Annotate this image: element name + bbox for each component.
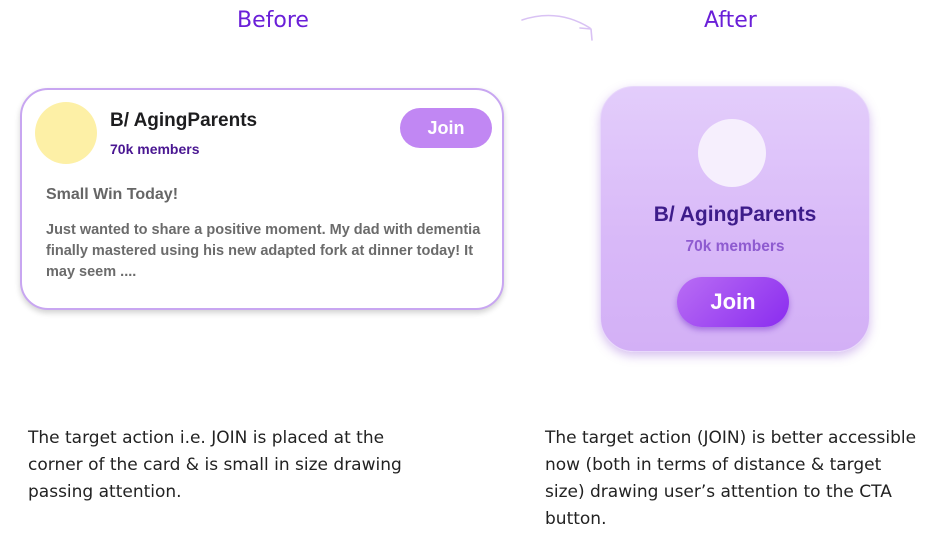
after-heading: After bbox=[704, 8, 757, 33]
group-name: B/ AgingParents bbox=[110, 110, 258, 131]
after-caption: The target action (JOIN) is better acces… bbox=[545, 428, 917, 529]
curved-arrow-icon bbox=[521, 14, 593, 41]
before-community-card: B/ AgingParents 70k members Join Small W… bbox=[20, 88, 504, 310]
member-count: 70k members bbox=[110, 141, 200, 157]
after-community-card: B/ AgingParents 70k members Join bbox=[600, 86, 870, 352]
post-title: Small Win Today! bbox=[46, 186, 179, 203]
post-body: Just wanted to share a positive moment. … bbox=[46, 222, 481, 280]
avatar bbox=[698, 119, 766, 187]
before-caption: The target action i.e. JOIN is placed at… bbox=[28, 428, 402, 502]
join-button[interactable]: Join bbox=[677, 277, 789, 327]
member-count: 70k members bbox=[685, 238, 785, 255]
join-button[interactable]: Join bbox=[400, 108, 492, 148]
group-name: B/ AgingParents bbox=[653, 203, 817, 226]
before-heading: Before bbox=[237, 8, 309, 33]
avatar bbox=[35, 102, 97, 164]
